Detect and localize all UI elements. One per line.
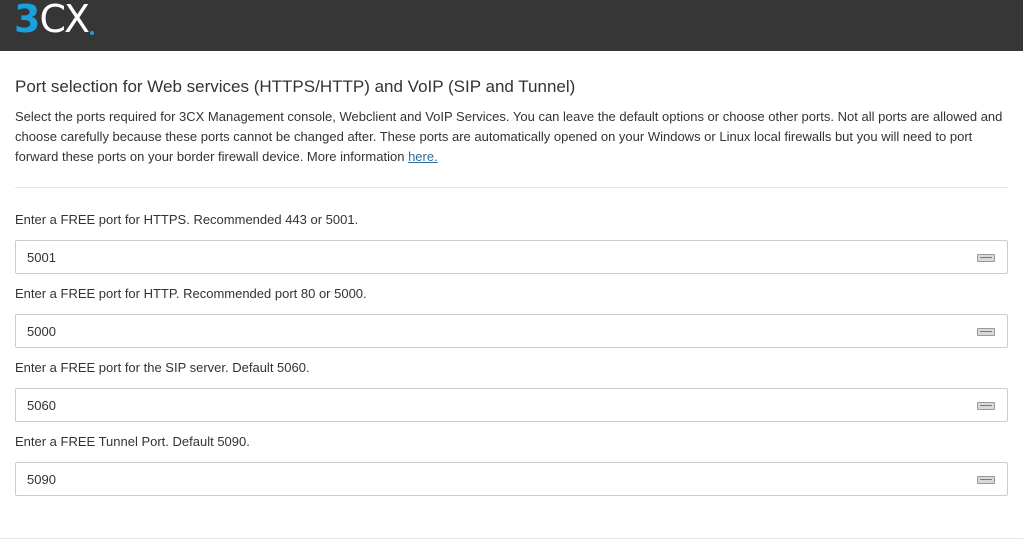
- 3cx-logo[interactable]: 3 CX: [14, 0, 95, 41]
- http-port-input[interactable]: [27, 315, 957, 347]
- keyboard-icon[interactable]: [977, 254, 995, 262]
- tunnel-port-label: Enter a FREE Tunnel Port. Default 5090.: [15, 434, 250, 449]
- sip-port-input[interactable]: [27, 389, 957, 421]
- sip-port-group: Enter a FREE port for the SIP server. De…: [15, 360, 1008, 422]
- sip-port-label: Enter a FREE port for the SIP server. De…: [15, 360, 310, 375]
- section-divider: [15, 187, 1008, 188]
- https-port-group: Enter a FREE port for HTTPS. Recommended…: [15, 212, 1008, 274]
- logo-dot-icon: [90, 31, 95, 35]
- intro-text: Select the ports required for 3CX Manage…: [15, 107, 1008, 167]
- bottom-divider: [0, 538, 1023, 539]
- http-port-group: Enter a FREE port for HTTP. Recommended …: [15, 286, 1008, 348]
- keyboard-icon[interactable]: [977, 402, 995, 410]
- tunnel-port-field[interactable]: [15, 462, 1008, 496]
- https-port-label: Enter a FREE port for HTTPS. Recommended…: [15, 212, 359, 227]
- page-title: Port selection for Web services (HTTPS/H…: [15, 77, 576, 96]
- logo-number: 3: [14, 0, 40, 41]
- main-content: Port selection for Web services (HTTPS/H…: [15, 51, 1008, 508]
- keyboard-icon[interactable]: [977, 476, 995, 484]
- https-port-field[interactable]: [15, 240, 1008, 274]
- logo-text: CX: [39, 0, 90, 41]
- tunnel-port-input[interactable]: [27, 463, 957, 495]
- tunnel-port-group: Enter a FREE Tunnel Port. Default 5090.: [15, 434, 1008, 496]
- http-port-label: Enter a FREE port for HTTP. Recommended …: [15, 286, 367, 301]
- intro-body: Select the ports required for 3CX Manage…: [15, 109, 1003, 164]
- https-port-input[interactable]: [27, 241, 957, 273]
- top-bar: 3 CX: [0, 0, 1023, 51]
- more-information-link[interactable]: here.: [408, 149, 438, 164]
- keyboard-icon[interactable]: [977, 328, 995, 336]
- sip-port-field[interactable]: [15, 388, 1008, 422]
- http-port-field[interactable]: [15, 314, 1008, 348]
